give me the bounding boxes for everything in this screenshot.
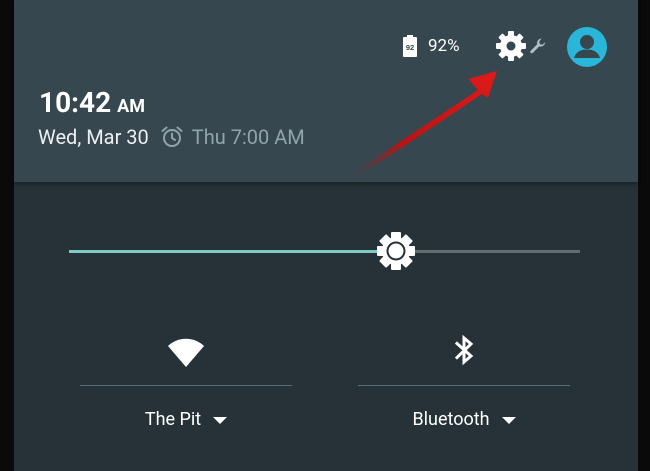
wifi-network-label: The Pit [144,408,202,430]
wifi-dropdown-caret-icon[interactable] [213,416,228,424]
user-avatar-icon[interactable] [567,27,607,67]
bluetooth-tile[interactable]: Bluetooth [358,325,570,435]
date-alarm-row: Wed, Mar 30 Thu 7:00 AM [38,124,305,150]
battery-percent: 92% [428,36,460,56]
bluetooth-dropdown-caret-icon[interactable] [501,416,516,424]
quick-settings-header: 92 92% 10:42 AM Wed, Mar 30 Thu 7:00 AM [14,0,638,182]
quick-settings-panel: 92 92% 10:42 AM Wed, Mar 30 Thu 7:00 AM … [14,0,638,471]
brightness-icon[interactable] [376,231,416,271]
battery-icon: 92 [403,35,417,57]
brightness-slider-fill [69,250,396,253]
date-text[interactable]: Wed, Mar 30 [38,125,149,149]
bluetooth-tile-label-row[interactable]: Bluetooth [358,407,570,431]
bluetooth-tile-divider [358,385,570,386]
wifi-icon [168,338,204,367]
clock-ampm: AM [117,96,146,117]
bluetooth-icon [454,334,474,366]
brightness-slider[interactable] [69,250,580,253]
next-alarm-text[interactable]: Thu 7:00 AM [192,125,305,149]
wifi-tile-divider [80,385,292,386]
wifi-tile-label-row[interactable]: The Pit [80,407,292,431]
clock[interactable]: 10:42 AM [39,86,145,119]
battery-level-text: 92 [406,43,414,52]
bluetooth-label: Bluetooth [412,408,490,430]
alarm-clock-icon [161,126,183,147]
wrench-icon [530,38,546,54]
clock-time: 10:42 [39,86,112,119]
settings-gear-icon[interactable] [494,29,528,63]
wifi-tile[interactable]: The Pit [80,325,292,435]
screenshot-frame: 92 92% 10:42 AM Wed, Mar 30 Thu 7:00 AM … [0,0,650,471]
